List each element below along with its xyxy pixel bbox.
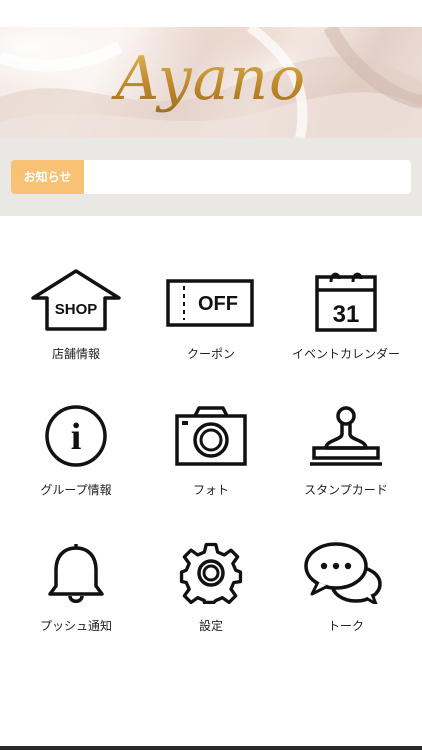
brand-logo: Ayano	[0, 39, 422, 119]
menu-label-group-info: グループ情報	[40, 483, 112, 497]
menu-item-event-calendar[interactable]: 31 イベントカレンダー	[276, 268, 416, 388]
menu-label-event-calendar: イベントカレンダー	[291, 347, 400, 361]
menu-label-coupon: クーポン	[186, 347, 235, 361]
notice-label: お知らせ	[11, 160, 84, 194]
coupon-icon-text: OFF	[198, 293, 238, 315]
menu-label-settings: 設定	[198, 619, 223, 633]
menu-item-talk[interactable]: トーク	[276, 540, 416, 660]
menu-label-push-notification: プッシュ通知	[39, 619, 112, 633]
menu-item-push-notification[interactable]: プッシュ通知	[6, 540, 146, 660]
header-banner: Ayano	[0, 27, 422, 138]
top-strip	[0, 0, 422, 27]
menu-label-talk: トーク	[327, 619, 364, 633]
notice-bar[interactable]: お知らせ	[11, 160, 411, 194]
menu-label-shop-info: 店舗情報	[51, 347, 100, 361]
menu-item-shop-info[interactable]: SHOP 店舗情報	[6, 268, 146, 388]
shop-icon-text: SHOP	[55, 301, 98, 318]
menu-grid: SHOP 店舗情報 OFF クーポン 31 イベントカレンダー i グループ情報…	[0, 216, 422, 746]
menu-label-stamp-card: スタンプカード	[304, 483, 388, 497]
menu-item-stamp-card[interactable]: スタンプカード	[276, 404, 416, 524]
calendar-icon-text: 31	[333, 301, 360, 328]
notice-text	[84, 160, 411, 194]
notice-area: お知らせ	[0, 138, 422, 216]
menu-item-group-info[interactable]: i グループ情報	[6, 404, 146, 524]
menu-label-photo: フォト	[192, 483, 229, 497]
menu-item-coupon[interactable]: OFF クーポン	[141, 268, 281, 388]
bottom-edge	[0, 746, 422, 750]
info-icon-text: i	[71, 416, 82, 458]
menu-item-settings[interactable]: 設定	[141, 540, 281, 660]
menu-item-photo[interactable]: フォト	[141, 404, 281, 524]
